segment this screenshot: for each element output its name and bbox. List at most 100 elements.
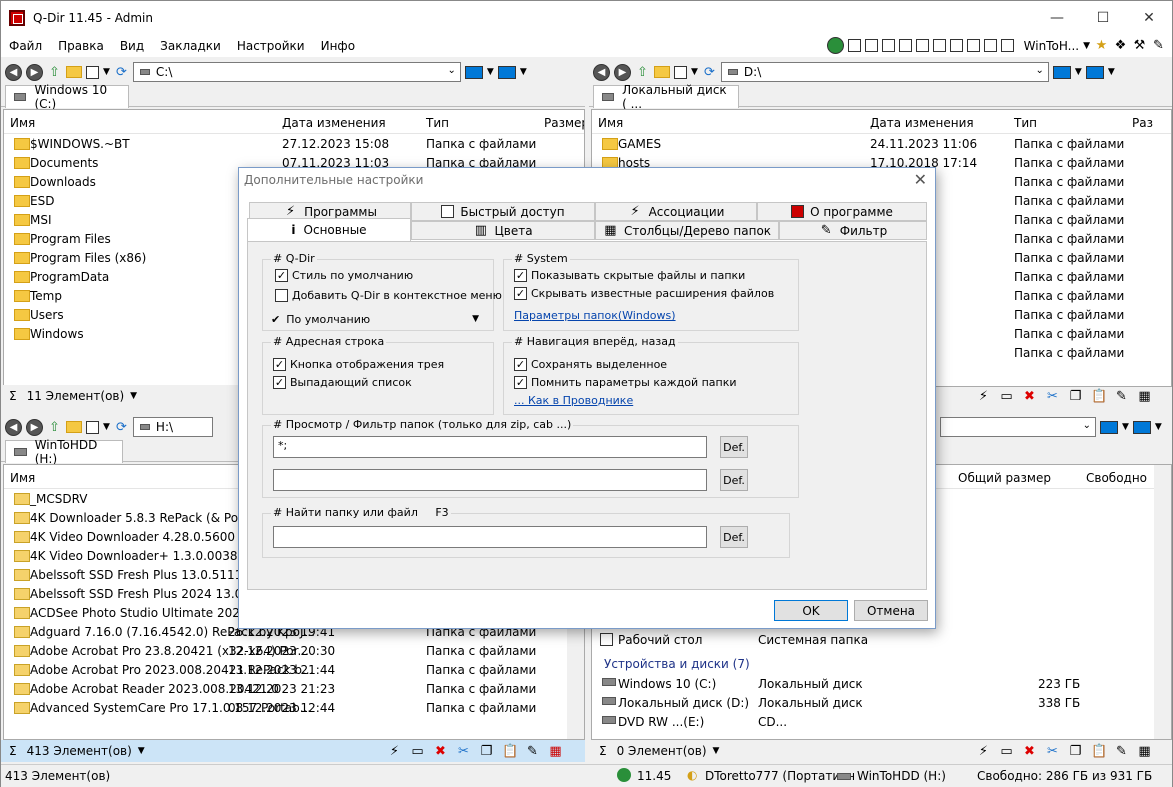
tab-filter[interactable]: ✎ Фильтр: [779, 221, 927, 240]
find-input[interactable]: [273, 526, 707, 548]
menu-bookmarks[interactable]: Закладки: [152, 39, 229, 53]
pin-icon[interactable]: ✎: [1151, 38, 1166, 53]
chevron-down-icon[interactable]: ▼: [1075, 67, 1082, 77]
close-window-button[interactable]: ✕: [1126, 1, 1172, 35]
monitor-icon[interactable]: [1085, 65, 1104, 79]
properties-icon[interactable]: ▦: [1137, 389, 1152, 404]
tab-drive-c[interactable]: Windows 10 (C:): [5, 83, 129, 111]
up-folder-icon[interactable]: ⇧: [635, 65, 650, 80]
refresh-icon[interactable]: ⟳: [114, 420, 129, 435]
paste-icon[interactable]: 📋: [502, 744, 518, 759]
delete-icon[interactable]: ✖: [1022, 744, 1037, 759]
forward-icon[interactable]: ▶: [614, 63, 631, 81]
menu-info[interactable]: Инфо: [313, 39, 363, 53]
layout-4-icon[interactable]: [915, 39, 929, 52]
tab-general[interactable]: i Основные: [247, 218, 411, 241]
checkbox-hide-extensions[interactable]: ✓ Скрывать известные расширения файлов: [514, 287, 774, 300]
refresh-icon[interactable]: ⟳: [114, 65, 129, 80]
filter-input-1[interactable]: *;: [273, 436, 707, 458]
rename-icon[interactable]: ▭: [999, 389, 1014, 404]
globe-icon[interactable]: [826, 37, 844, 54]
col-total-size[interactable]: Общий размер: [958, 471, 1051, 485]
forward-icon[interactable]: ▶: [26, 63, 43, 81]
checkbox-default-style[interactable]: ✓ Стиль по умолчанию: [275, 269, 413, 282]
layout-2-icon[interactable]: [881, 39, 895, 52]
chevron-down-icon[interactable]: ▼: [130, 391, 137, 401]
close-icon[interactable]: ✕: [914, 170, 927, 189]
monitor-icon[interactable]: [464, 65, 483, 79]
up-folder-icon[interactable]: ⇧: [47, 65, 62, 80]
menu-view[interactable]: Вид: [112, 39, 152, 53]
delete-icon[interactable]: ✖: [1022, 389, 1037, 404]
menu-file[interactable]: Файл: [1, 39, 50, 53]
chevron-down-icon[interactable]: ▼: [138, 746, 145, 756]
tab-drive-h[interactable]: WinToHDD (H:): [5, 438, 123, 466]
open-folder-icon[interactable]: [654, 66, 670, 78]
tab-about[interactable]: О программе: [757, 202, 927, 221]
def-button-1[interactable]: Def.: [720, 436, 748, 458]
chevron-down-icon[interactable]: ▼: [487, 67, 494, 77]
properties-icon[interactable]: ▦: [548, 744, 563, 759]
table-row[interactable]: $WINDOWS.~BT 27.12.2023 15:08 Папка с файл…: [4, 135, 584, 154]
chevron-down-icon[interactable]: ⌄: [1083, 420, 1091, 431]
chevron-down-icon[interactable]: ▼: [691, 67, 698, 77]
edit-icon[interactable]: ✎: [1114, 389, 1129, 404]
filter-input-2[interactable]: [273, 469, 707, 491]
table-row[interactable]: Adobe Acrobat Pro 23.8.20421 (x32-x64) P…: [4, 642, 569, 661]
layout-3-icon[interactable]: [898, 39, 912, 52]
def-button-3[interactable]: Def.: [720, 526, 748, 548]
wrench-icon[interactable]: ⚒: [1132, 38, 1147, 53]
lightning-icon[interactable]: ⚡: [976, 389, 991, 404]
checkbox-dropdown-list[interactable]: ✓ Выпадающий список: [273, 376, 412, 389]
scrollbar-br[interactable]: [1154, 465, 1171, 739]
cut-icon[interactable]: ✂: [1045, 744, 1060, 759]
cut-icon[interactable]: ✂: [1045, 389, 1060, 404]
rename-icon[interactable]: ▭: [999, 744, 1014, 759]
checkbox-tray-button[interactable]: ✓ Кнопка отображения трея: [273, 358, 444, 371]
path-input-bl[interactable]: H:\: [132, 417, 213, 437]
chevron-down-icon[interactable]: ▼: [103, 422, 110, 432]
monitor-icon[interactable]: [1132, 420, 1151, 434]
delete-icon[interactable]: ✖: [433, 744, 448, 759]
copy-icon[interactable]: ❐: [479, 744, 494, 759]
edit-icon[interactable]: ✎: [1114, 744, 1129, 759]
checkbox-remember-params[interactable]: ✓ Помнить параметры каждой папки: [514, 376, 737, 389]
cancel-button[interactable]: Отмена: [854, 600, 928, 621]
minimize-button[interactable]: —: [1034, 1, 1080, 35]
copy-icon[interactable]: ❐: [1068, 744, 1083, 759]
maximize-button[interactable]: ☐: [1080, 1, 1126, 35]
chevron-down-icon[interactable]: ▼: [1108, 67, 1115, 77]
menu-settings[interactable]: Настройки: [229, 39, 313, 53]
chevron-down-icon[interactable]: ▼: [1122, 422, 1129, 432]
chevron-down-icon[interactable]: ▼: [103, 67, 110, 77]
col-date[interactable]: Дата изменения: [870, 116, 974, 130]
layout-9-icon[interactable]: [1000, 39, 1014, 52]
star-icon[interactable]: ★: [1094, 38, 1109, 53]
table-row[interactable]: GAMES 24.11.2023 11:06 Папка с файлами: [592, 135, 1171, 154]
checkbox-save-selection[interactable]: ✓ Сохранять выделенное: [514, 358, 667, 371]
monitor-icon[interactable]: [1100, 420, 1118, 434]
path-input-tr[interactable]: D:\ ⌄: [720, 62, 1049, 82]
layout-6-icon[interactable]: [949, 39, 963, 52]
wintohdd-menu[interactable]: WinToH...: [1024, 39, 1079, 53]
copy-icon[interactable]: ❐: [1068, 389, 1083, 404]
tab-colors[interactable]: ▥ Цвета: [411, 221, 595, 240]
back-icon[interactable]: ◀: [5, 63, 22, 81]
layout-8-icon[interactable]: [983, 39, 997, 52]
style-dropdown[interactable]: ✔ По умолчанию ▼: [271, 310, 483, 328]
lightning-icon[interactable]: ⚡: [976, 744, 991, 759]
col-free[interactable]: Свободно: [1086, 471, 1147, 485]
col-size[interactable]: Размер: [544, 116, 584, 130]
chevron-down-icon[interactable]: ⌄: [448, 65, 456, 76]
paste-icon[interactable]: 📋: [1091, 744, 1107, 759]
cut-icon[interactable]: ✂: [456, 744, 471, 759]
layout-5-icon[interactable]: [932, 39, 946, 52]
tab-associations[interactable]: ⚡ Ассоциации: [595, 202, 757, 221]
tab-quick-access[interactable]: Быстрый доступ: [411, 202, 595, 221]
table-row[interactable]: DVD RW ...(E:) CD...: [592, 713, 1156, 732]
chevron-down-icon[interactable]: ▼: [520, 67, 527, 77]
monitor-icon[interactable]: [497, 65, 516, 79]
forward-icon[interactable]: ▶: [26, 418, 43, 436]
edit-icon[interactable]: ✎: [525, 744, 540, 759]
chevron-down-icon[interactable]: ▼: [1155, 422, 1162, 432]
